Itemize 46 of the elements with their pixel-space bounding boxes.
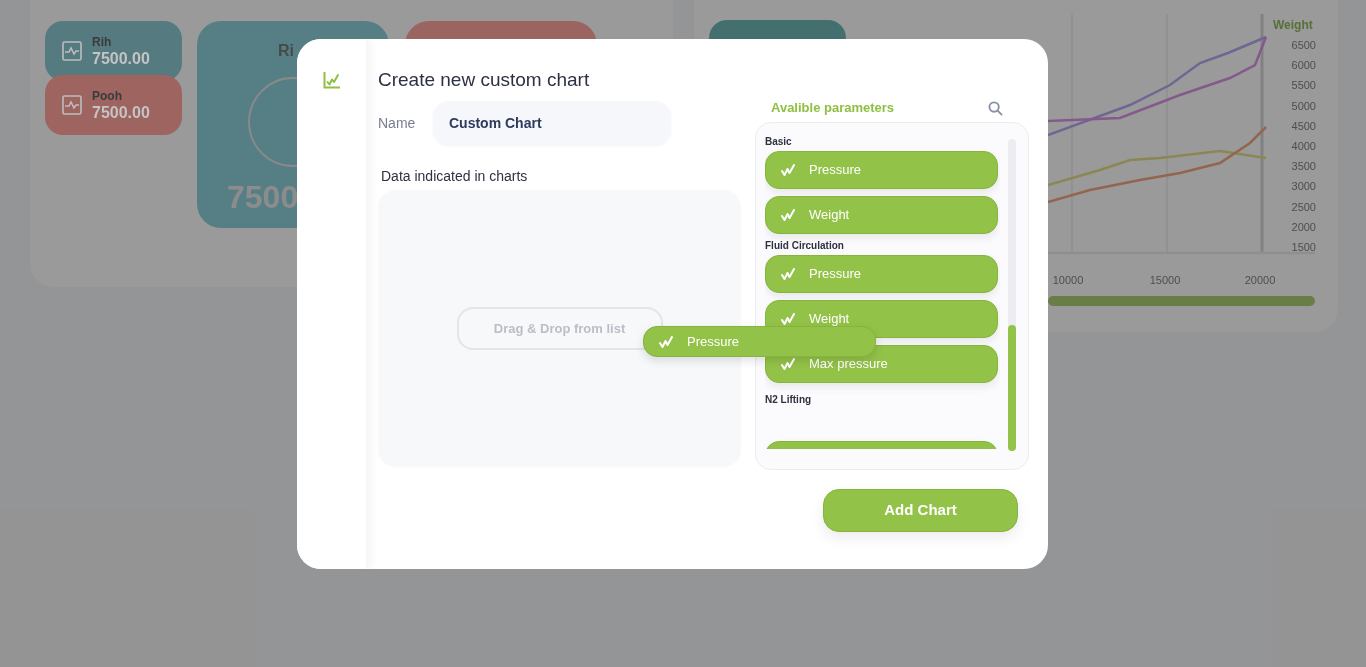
line-chart-icon: [62, 95, 82, 115]
search-icon[interactable]: [988, 100, 1003, 116]
scrollbar-thumb[interactable]: [1008, 325, 1016, 451]
axis-tick-label: 5500: [1291, 78, 1316, 94]
parameter-item[interactable]: Weight: [765, 196, 998, 234]
summary-card[interactable]: Pooh 7500.00: [45, 75, 182, 135]
trend-icon: [781, 209, 795, 221]
gauge-label: Ri: [278, 41, 295, 61]
trend-icon: [659, 335, 673, 348]
parameter-item[interactable]: Pressure: [765, 151, 998, 189]
axis-title: Weight: [1273, 17, 1313, 34]
card-value: 7500.00: [92, 50, 150, 67]
group-label: N2 Lifting: [765, 393, 813, 407]
axis-tick-label: 5000: [1291, 98, 1316, 114]
dragged-item[interactable]: Pressure: [643, 326, 876, 357]
line-chart-icon: [62, 41, 82, 61]
card-value: 7500.00: [92, 104, 150, 121]
axis-tick-label: 6500: [1291, 38, 1316, 53]
axis-tick-label: 20000: [1243, 273, 1277, 288]
section-label: Data indicated in charts: [381, 168, 529, 185]
panel-title: Avalible parameters: [771, 99, 895, 118]
axis-tick-label: 10000: [1051, 273, 1085, 288]
trend-icon: [781, 164, 795, 176]
axis-tick-label: 1500: [1291, 239, 1316, 255]
field-label: Name: [378, 113, 417, 133]
name-field[interactable]: Custom Chart: [433, 101, 671, 145]
axis-tick-label: 2000: [1291, 219, 1316, 235]
axis-tick-label: 4000: [1291, 138, 1316, 154]
axis-tick-label: 4500: [1291, 118, 1316, 134]
card-label: Rih: [92, 35, 113, 48]
axis-tick-label: 3500: [1291, 159, 1316, 175]
trend-icon: [781, 313, 795, 325]
parameter-item[interactable]: Pressure: [765, 255, 998, 293]
chart-icon: [322, 71, 341, 89]
add-chart-button[interactable]: Add Chart: [823, 489, 1018, 532]
trend-icon: [781, 268, 795, 280]
trend-icon: [781, 358, 795, 370]
group-label: Fluid Circulation: [765, 239, 845, 253]
dialog-title: Create new custom chart: [378, 68, 591, 92]
axis-tick-label: 2500: [1291, 199, 1316, 215]
axis-tick-label: 6000: [1291, 58, 1316, 74]
card-label: Pooh: [92, 89, 123, 102]
axis-tick-label: 15000: [1148, 273, 1182, 288]
chart-scrollbar[interactable]: [1048, 296, 1315, 306]
axis-tick-label: 3000: [1291, 179, 1316, 195]
group-label: Basic: [765, 135, 793, 149]
